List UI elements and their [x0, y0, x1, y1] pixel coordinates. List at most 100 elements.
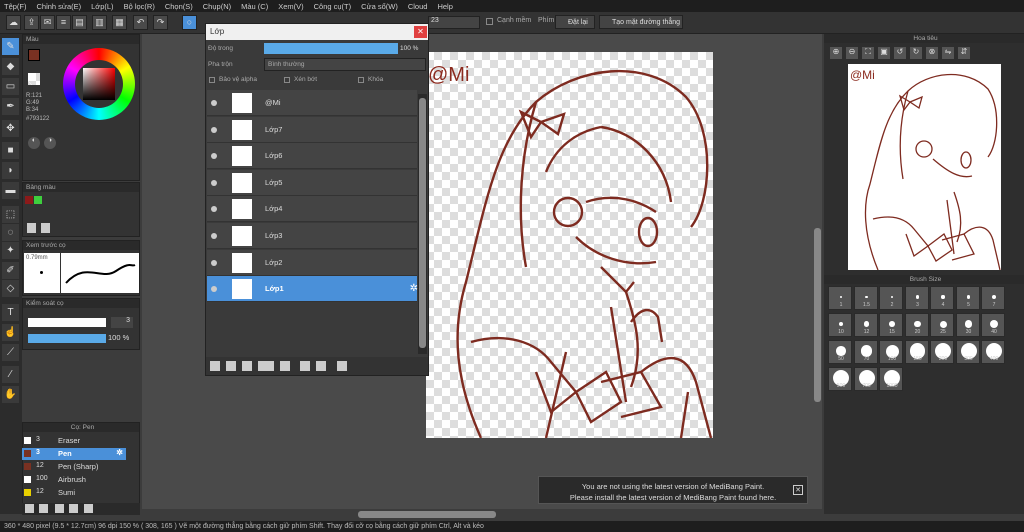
hand-tool-icon[interactable]: ✋ [2, 386, 19, 403]
text-tool-icon[interactable]: T [2, 304, 19, 321]
brush-size-option[interactable]: 1000 [879, 367, 903, 391]
visibility-icon[interactable] [211, 259, 217, 266]
snap-off-button[interactable]: Đặt lại [555, 15, 595, 29]
menu-item[interactable]: Lớp(L) [91, 2, 113, 11]
menu-item[interactable]: Màu (C) [241, 2, 268, 11]
brush-size-option[interactable]: 150 [904, 340, 929, 364]
fill-rect-icon[interactable]: ■ [2, 142, 19, 159]
saturation-square[interactable] [83, 68, 115, 100]
brush-tool-icon[interactable]: ✎ [2, 38, 19, 55]
bucket-tool-icon[interactable]: ◗ [2, 162, 19, 179]
move-tool-icon[interactable]: ✥ [2, 120, 19, 137]
color-wheel[interactable] [63, 48, 135, 120]
visibility-icon[interactable] [211, 126, 217, 133]
brush-size-option[interactable]: 200 [930, 340, 954, 364]
brush-size-option[interactable]: 12 [853, 313, 878, 337]
transparent-color[interactable] [28, 73, 40, 85]
close-icon[interactable]: ✕ [793, 485, 803, 495]
brush-size-select[interactable]: 23 [428, 16, 480, 29]
palette-swatch[interactable] [34, 196, 42, 204]
menu-item[interactable]: Chỉnh sửa(E) [37, 2, 82, 11]
comment-icon[interactable]: ✉ [40, 15, 55, 30]
actual-size-icon[interactable]: ▣ [878, 47, 890, 59]
undo-icon[interactable]: ↶ [133, 15, 148, 30]
brush-size-value[interactable]: 3 [111, 317, 133, 328]
brush-size-option[interactable]: 7 [981, 286, 1005, 310]
flip-vertical-icon[interactable]: ⇵ [958, 47, 970, 59]
layer-row[interactable]: Lớp1 ✲ [207, 276, 418, 303]
select-pen-icon[interactable]: ✐ [2, 262, 19, 279]
layer-row[interactable]: Lớp3 [207, 223, 417, 249]
visibility-icon[interactable] [211, 286, 217, 293]
brush-size-option[interactable]: 10 [828, 313, 852, 337]
brush-size-option[interactable]: 70 [853, 340, 878, 364]
palette-add-icon[interactable] [27, 223, 36, 233]
brush-size-option[interactable]: 20 [904, 313, 929, 337]
brush-list-item[interactable]: 100 Airbrush [22, 474, 126, 486]
brush-list-item[interactable]: 12 Pen (Sharp) [22, 461, 126, 473]
brush-size-option[interactable]: 400 [981, 340, 1005, 364]
grid-icon[interactable]: ▦ [112, 15, 127, 30]
new-halftone-layer-icon[interactable] [226, 361, 236, 371]
visibility-icon[interactable] [211, 206, 217, 213]
menu-item[interactable]: Công cụ(T) [314, 2, 352, 11]
antialias-icon[interactable]: ○ [182, 15, 197, 30]
menu-item[interactable]: Chụp(N) [203, 2, 231, 11]
palette-swatch[interactable] [25, 196, 33, 204]
visibility-icon[interactable] [211, 233, 217, 239]
menu-item[interactable]: Xem(V) [278, 2, 303, 11]
lock-checkbox[interactable] [358, 77, 364, 83]
merge-layer-icon[interactable] [316, 361, 326, 371]
brush-settings-icon[interactable] [39, 504, 48, 513]
duplicate-layer-icon[interactable] [300, 361, 310, 371]
layer-row[interactable]: Lớp7 [207, 116, 417, 143]
new-layer-icon[interactable] [210, 361, 220, 371]
brush-size-option[interactable]: 1 [828, 286, 852, 310]
flip-icon[interactable]: ⇋ [942, 47, 954, 59]
layer-folder-icon[interactable] [280, 361, 290, 371]
eyedropper-icon[interactable]: ⁄ [2, 366, 19, 383]
gradient-tool-icon[interactable]: ▬ [2, 182, 19, 199]
brush-list-item[interactable]: 3 Pen ✲ [22, 448, 126, 460]
brush-size-option[interactable]: 500 [828, 367, 852, 391]
layer-window-titlebar[interactable]: Lớp [206, 24, 428, 40]
brush-size-option[interactable]: 15 [879, 313, 903, 337]
layer-type-dropdown-icon[interactable] [258, 361, 274, 371]
horizontal-scrollbar[interactable] [358, 511, 496, 518]
brush-size-option[interactable]: 4 [930, 286, 954, 310]
select-eraser-icon[interactable]: ◇ [2, 280, 19, 297]
pen-tool-icon[interactable]: ✒ [2, 98, 19, 115]
menu-item[interactable]: Tệp(F) [4, 2, 27, 11]
navigator-preview[interactable]: @Mi [848, 64, 1001, 270]
vertical-scrollbar[interactable] [814, 228, 821, 402]
magic-wand-icon[interactable]: ✦ [2, 242, 19, 259]
brush-copy-icon[interactable] [69, 504, 78, 513]
fit-screen-icon[interactable]: ⛶ [862, 47, 874, 59]
layer-row[interactable]: Lớp6 [207, 143, 417, 170]
brush-size-option[interactable]: 50 [828, 340, 852, 364]
layer-row[interactable]: @Mi [207, 90, 417, 116]
cloud-icon[interactable]: ☁ [6, 15, 21, 30]
brush-size-slider[interactable] [28, 318, 106, 327]
redo-icon[interactable]: ↷ [153, 15, 168, 30]
visibility-icon[interactable] [211, 100, 217, 106]
foreground-color[interactable] [28, 49, 40, 61]
menu-item[interactable]: Bộ lọc(R) [124, 2, 155, 11]
gear-icon[interactable]: ✲ [410, 283, 418, 294]
zoom-in-icon[interactable]: ⊕ [830, 47, 842, 59]
line-snap-button[interactable]: Tạo mặt đường thẳng [599, 15, 683, 29]
color-mode-icon[interactable]: ◐ [28, 137, 40, 149]
brush-size-option[interactable]: 3 [904, 286, 929, 310]
brush-opacity-slider[interactable] [28, 334, 106, 343]
brush-size-option[interactable]: 5 [955, 286, 980, 310]
brush-size-option[interactable]: 25 [930, 313, 954, 337]
brush-size-option[interactable]: 40 [981, 313, 1005, 337]
gear-icon[interactable]: ✲ [116, 448, 123, 457]
operation-tool-icon[interactable]: ☝ [2, 324, 19, 341]
select-rect-icon[interactable]: ▭ [2, 78, 19, 95]
brush-size-option[interactable]: 30 [955, 313, 980, 337]
brush-size-option[interactable]: 700 [853, 367, 878, 391]
rotate-right-icon[interactable]: ↻ [910, 47, 922, 59]
frame-divider-icon[interactable]: ⟋ [2, 344, 19, 361]
eraser-tool-icon[interactable]: ◆ [2, 58, 19, 75]
